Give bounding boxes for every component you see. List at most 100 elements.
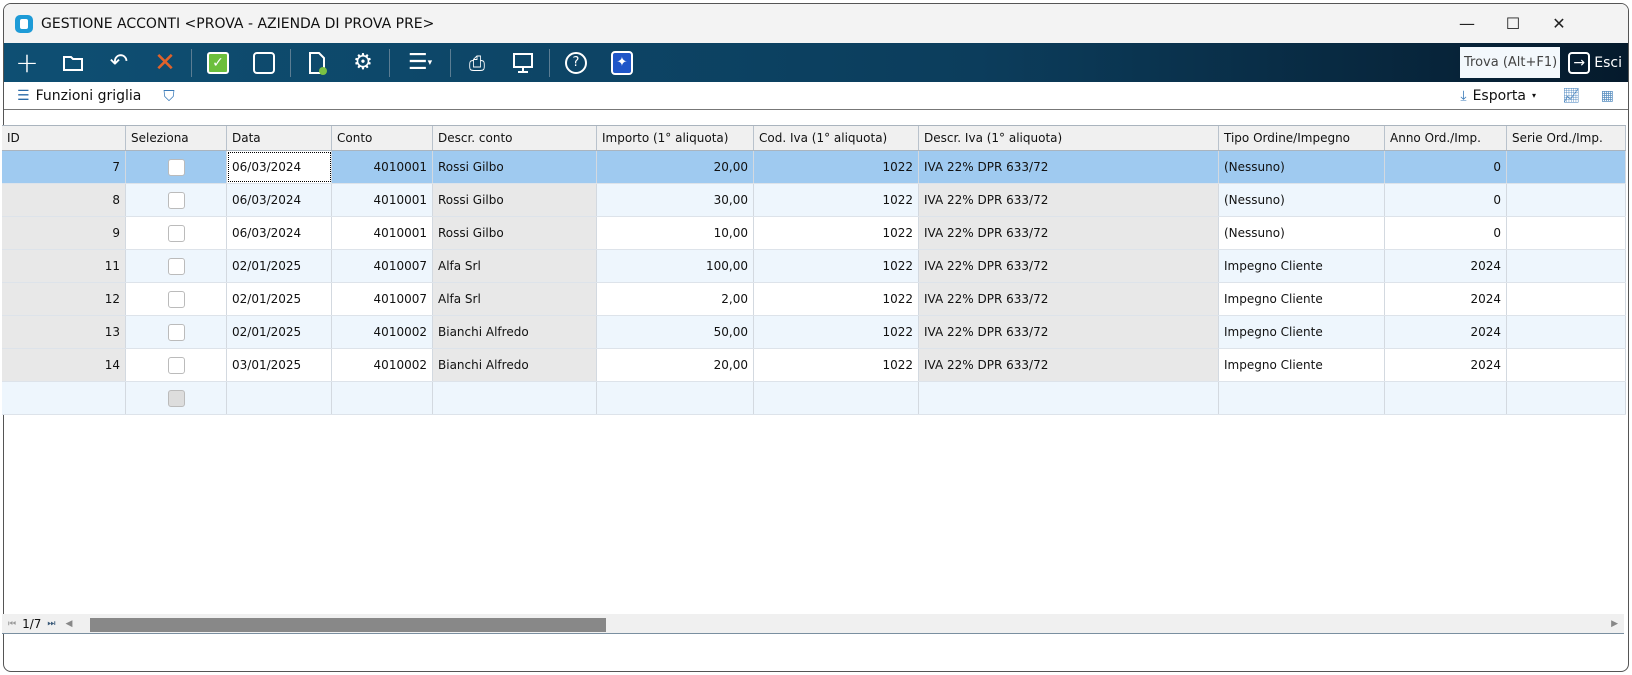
select-checkbox[interactable] xyxy=(167,191,185,209)
cell-serie-ord-imp[interactable] xyxy=(1507,151,1626,183)
deselect-all-button[interactable] xyxy=(241,43,287,82)
cell-seleziona[interactable] xyxy=(126,151,227,183)
cell-conto[interactable]: 4010001 xyxy=(332,184,433,216)
table-row[interactable]: 14 03/01/2025 4010002 Bianchi Alfredo 20,00 1… xyxy=(2,349,1626,382)
cell-descr-conto[interactable]: Rossi Gilbo xyxy=(433,151,597,183)
cell-serie-ord-imp[interactable] xyxy=(1507,217,1626,249)
cell-tipo-ordine-impegno[interactable]: (Nessuno) xyxy=(1219,217,1385,249)
scroll-left-icon[interactable]: ◀ xyxy=(66,619,73,629)
cell-importo-1-aliquota[interactable]: 50,00 xyxy=(597,316,754,348)
cell-descr-conto[interactable]: Bianchi Alfredo xyxy=(433,316,597,348)
cell-id[interactable]: 8 xyxy=(2,184,126,216)
cell-serie-ord-imp[interactable] xyxy=(1507,250,1626,282)
cell-seleziona[interactable] xyxy=(126,250,227,282)
cell-tipo-ordine-impegno[interactable] xyxy=(1219,382,1385,414)
cell-descr-iva-1-aliquota[interactable]: IVA 22% DPR 633/72 xyxy=(919,316,1219,348)
cell-importo-1-aliquota[interactable]: 100,00 xyxy=(597,250,754,282)
cell-data[interactable]: 06/03/2024 xyxy=(227,217,332,249)
document-button[interactable] xyxy=(294,43,340,82)
table-row[interactable]: 7 06/03/2024 4010001 Rossi Gilbo 20,00 1022 IV… xyxy=(2,151,1626,184)
column-header[interactable]: Data xyxy=(227,126,332,150)
cell-tipo-ordine-impegno[interactable]: Impegno Cliente xyxy=(1219,316,1385,348)
cell-importo-1-aliquota[interactable]: 30,00 xyxy=(597,184,754,216)
cell-id[interactable]: 12 xyxy=(2,283,126,315)
cell-tipo-ordine-impegno[interactable]: (Nessuno) xyxy=(1219,151,1385,183)
cell-descr-iva-1-aliquota[interactable]: IVA 22% DPR 633/72 xyxy=(919,184,1219,216)
scroll-right-icon[interactable]: ▶ xyxy=(1611,619,1618,629)
cell-descr-conto[interactable]: Bianchi Alfredo xyxy=(433,349,597,381)
cell-cod-iva-1-aliquota[interactable]: 1022 xyxy=(754,151,919,183)
delete-button[interactable]: ✕ xyxy=(142,43,188,82)
cell-serie-ord-imp[interactable] xyxy=(1507,184,1626,216)
table-row[interactable]: 11 02/01/2025 4010007 Alfa Srl 100,00 1022 IVA… xyxy=(2,250,1626,283)
cell-descr-conto[interactable]: Alfa Srl xyxy=(433,283,597,315)
cell-importo-1-aliquota[interactable]: 10,00 xyxy=(597,217,754,249)
cell-id[interactable]: 9 xyxy=(2,217,126,249)
table-row[interactable]: 12 02/01/2025 4010007 Alfa Srl 2,00 1022 IVA 2… xyxy=(2,283,1626,316)
select-all-button[interactable]: ✓ xyxy=(195,43,241,82)
cell-descr-conto[interactable]: Rossi Gilbo xyxy=(433,184,597,216)
cell-seleziona[interactable] xyxy=(126,382,227,414)
cell-anno-ord-imp[interactable]: 0 xyxy=(1385,151,1507,183)
cell-anno-ord-imp[interactable]: 2024 xyxy=(1385,283,1507,315)
cell-cod-iva-1-aliquota[interactable]: 1022 xyxy=(754,349,919,381)
cell-cod-iva-1-aliquota[interactable]: 1022 xyxy=(754,184,919,216)
scrollbar-thumb[interactable] xyxy=(90,618,606,632)
column-header[interactable]: Importo (1° aliquota) xyxy=(597,126,754,150)
select-checkbox[interactable] xyxy=(167,257,185,275)
cell-conto[interactable]: 4010001 xyxy=(332,151,433,183)
cell-conto[interactable]: 4010007 xyxy=(332,283,433,315)
table-row[interactable]: 8 06/03/2024 4010001 Rossi Gilbo 30,00 1022 IV… xyxy=(2,184,1626,217)
open-folder-button[interactable] xyxy=(50,43,96,82)
cell-cod-iva-1-aliquota[interactable]: 1022 xyxy=(754,283,919,315)
new-row[interactable] xyxy=(2,382,1626,415)
cell-id[interactable] xyxy=(2,382,126,414)
cell-id[interactable]: 13 xyxy=(2,316,126,348)
select-checkbox[interactable] xyxy=(167,158,185,176)
cell-anno-ord-imp[interactable]: 2024 xyxy=(1385,250,1507,282)
export-button[interactable]: ⤓ Esporta ▾ xyxy=(1460,88,1536,104)
new-button[interactable]: + xyxy=(4,43,50,82)
cell-descr-iva-1-aliquota[interactable]: IVA 22% DPR 633/72 xyxy=(919,151,1219,183)
print-button[interactable]: ⎙ xyxy=(454,43,500,82)
ai-assistant-button[interactable]: ✦ xyxy=(599,43,645,82)
cell-anno-ord-imp[interactable] xyxy=(1385,382,1507,414)
horizontal-scrollbar[interactable]: ⏮ 1/7 ⏭ ◀ ▶ xyxy=(2,614,1624,634)
cell-seleziona[interactable] xyxy=(126,283,227,315)
chart-button[interactable]: 📈︎ xyxy=(1562,88,1580,104)
cell-descr-iva-1-aliquota[interactable]: IVA 22% DPR 633/72 xyxy=(919,349,1219,381)
cell-conto[interactable]: 4010007 xyxy=(332,250,433,282)
column-header[interactable]: Conto xyxy=(332,126,433,150)
monitor-button[interactable] xyxy=(500,43,546,82)
select-checkbox[interactable] xyxy=(167,389,185,407)
settings-button[interactable]: ⚙ xyxy=(340,43,386,82)
cell-seleziona[interactable] xyxy=(126,217,227,249)
table-row[interactable]: 13 02/01/2025 4010002 Bianchi Alfredo 50,00 1… xyxy=(2,316,1626,349)
cell-descr-iva-1-aliquota[interactable]: IVA 22% DPR 633/72 xyxy=(919,283,1219,315)
column-header[interactable]: Anno Ord./Imp. xyxy=(1385,126,1507,150)
cell-data[interactable]: 02/01/2025 xyxy=(227,316,332,348)
cell-importo-1-aliquota[interactable]: 20,00 xyxy=(597,349,754,381)
column-header[interactable]: ID xyxy=(2,126,126,150)
cell-seleziona[interactable] xyxy=(126,349,227,381)
cell-id[interactable]: 11 xyxy=(2,250,126,282)
cell-descr-conto[interactable] xyxy=(433,382,597,414)
help-button[interactable]: ? xyxy=(553,43,599,82)
cell-cod-iva-1-aliquota[interactable]: 1022 xyxy=(754,217,919,249)
cell-cod-iva-1-aliquota[interactable]: 1022 xyxy=(754,250,919,282)
search-input[interactable]: Trova (Alt+F1) xyxy=(1460,47,1560,78)
column-header[interactable]: Seleziona xyxy=(126,126,227,150)
column-header[interactable]: Cod. Iva (1° aliquota) xyxy=(754,126,919,150)
cell-importo-1-aliquota[interactable]: 20,00 xyxy=(597,151,754,183)
cell-descr-conto[interactable]: Alfa Srl xyxy=(433,250,597,282)
maximize-button[interactable]: ☐ xyxy=(1490,4,1536,43)
cell-importo-1-aliquota[interactable]: 2,00 xyxy=(597,283,754,315)
cell-data[interactable]: 02/01/2025 xyxy=(227,250,332,282)
exit-button[interactable]: → Esci xyxy=(1568,47,1622,78)
cell-conto[interactable]: 4010001 xyxy=(332,217,433,249)
cell-descr-iva-1-aliquota[interactable] xyxy=(919,382,1219,414)
table-row[interactable]: 9 06/03/2024 4010001 Rossi Gilbo 10,00 1022 IV… xyxy=(2,217,1626,250)
cell-descr-iva-1-aliquota[interactable]: IVA 22% DPR 633/72 xyxy=(919,217,1219,249)
cell-anno-ord-imp[interactable]: 2024 xyxy=(1385,349,1507,381)
select-checkbox[interactable] xyxy=(167,290,185,308)
